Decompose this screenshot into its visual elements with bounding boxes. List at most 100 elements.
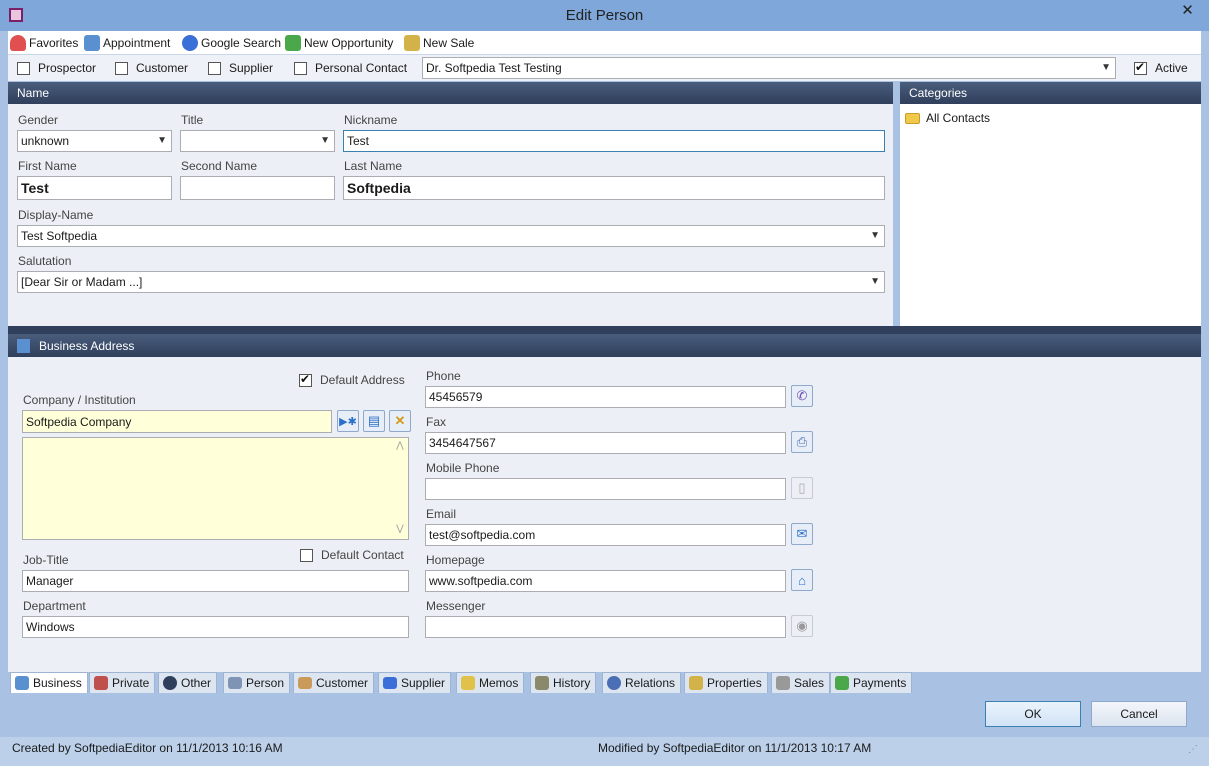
tab-memos[interactable]: Memos: [456, 672, 525, 693]
dial-phone-button[interactable]: ✆: [791, 385, 813, 407]
new-sale-button[interactable]: New Sale: [404, 34, 474, 52]
default-address-label: Default Address: [320, 373, 405, 387]
window-title: Edit Person: [565, 7, 644, 24]
second-name-input[interactable]: [180, 176, 335, 200]
job-title-input[interactable]: Manager: [22, 570, 409, 592]
first-name-label: First Name: [18, 159, 77, 173]
title-label: Title: [181, 113, 204, 127]
tab-sales-label: Sales: [794, 676, 825, 690]
remove-company-button[interactable]: ✕: [389, 410, 411, 432]
last-name-input[interactable]: Softpedia: [343, 176, 885, 200]
prospector-check-box[interactable]: [17, 61, 30, 75]
category-item-all-contacts[interactable]: All Contacts: [905, 111, 990, 125]
favorites-label: Favorites: [29, 36, 79, 50]
send-fax-button[interactable]: ⎙: [791, 431, 813, 453]
personal-contact-check-box[interactable]: [294, 61, 307, 75]
scroll-up-icon[interactable]: ⋀: [393, 440, 407, 451]
salutation-combo[interactable]: [Dear Sir or Madam ...] ▼: [17, 271, 885, 293]
ok-button[interactable]: OK: [985, 701, 1081, 727]
tab-person[interactable]: Person: [223, 672, 291, 693]
mobile-phone-label: Mobile Phone: [426, 461, 500, 475]
calendar-icon: [84, 35, 100, 51]
chevron-down-icon[interactable]: ▼: [870, 230, 880, 241]
tab-customer[interactable]: Customer: [293, 672, 375, 693]
contact-name-combo[interactable]: Dr. Softpedia Test Testing ▼: [422, 57, 1116, 79]
homepage-label: Homepage: [426, 553, 485, 567]
chevron-down-icon[interactable]: ▼: [157, 135, 167, 146]
resize-grip-icon[interactable]: ⋰: [1188, 744, 1202, 758]
gender-select[interactable]: unknown ▼: [17, 130, 172, 152]
department-input[interactable]: Windows: [22, 616, 409, 638]
phone-icon: ✆: [796, 388, 808, 403]
default-contact-check-box[interactable]: [300, 548, 313, 562]
tab-other[interactable]: Other: [158, 672, 218, 693]
google-search-button[interactable]: Google Search: [182, 34, 281, 52]
address-scrollbar[interactable]: ⋀ ⋁: [393, 440, 407, 538]
email-label: Email: [426, 507, 457, 521]
tab-relations[interactable]: Relations: [602, 672, 682, 693]
mobile-phone-input[interactable]: [425, 478, 786, 500]
chevron-down-icon[interactable]: ▼: [1101, 62, 1111, 73]
chevron-down-icon[interactable]: ▼: [320, 135, 330, 146]
fax-input[interactable]: 3454647567: [425, 432, 786, 454]
tab-properties-label: Properties: [707, 676, 762, 690]
prospector-checkbox[interactable]: Prospector: [17, 61, 96, 75]
send-email-button[interactable]: ✉: [791, 523, 813, 545]
tab-memos-label: Memos: [479, 676, 519, 690]
nickname-input[interactable]: Test: [343, 130, 885, 152]
tab-private[interactable]: Private: [89, 672, 156, 693]
favorites-button[interactable]: Favorites: [10, 34, 78, 52]
phone-input[interactable]: 45456579: [425, 386, 786, 408]
cancel-button[interactable]: Cancel: [1091, 701, 1187, 727]
tab-history[interactable]: History: [530, 672, 597, 693]
supplier-check-box[interactable]: [208, 61, 221, 75]
open-homepage-button[interactable]: ⌂: [791, 569, 813, 591]
first-name-input[interactable]: Test: [17, 176, 172, 200]
close-button[interactable]: ✕: [1172, 1, 1203, 21]
company-input[interactable]: Softpedia Company: [22, 410, 332, 433]
open-messenger-button[interactable]: ◉: [791, 615, 813, 637]
display-name-combo[interactable]: Test Softpedia ▼: [17, 225, 885, 247]
tab-sales[interactable]: Sales: [771, 672, 831, 693]
tab-supplier[interactable]: Supplier: [378, 672, 452, 693]
supplier-checkbox[interactable]: Supplier: [208, 61, 273, 75]
chevron-down-icon[interactable]: ▼: [870, 276, 880, 287]
tab-properties[interactable]: Properties: [684, 672, 768, 693]
tab-payments[interactable]: Payments: [830, 672, 913, 693]
phone-label: Phone: [426, 369, 461, 383]
active-checkbox[interactable]: Active: [1134, 60, 1188, 75]
messenger-input[interactable]: [425, 616, 786, 638]
customer-check-box[interactable]: [115, 61, 128, 75]
contact-name-value: Dr. Softpedia Test Testing: [426, 61, 562, 75]
appointment-button[interactable]: Appointment: [84, 34, 170, 52]
tab-business-label: Business: [33, 676, 82, 690]
default-contact-checkbox[interactable]: Default Contact: [300, 548, 404, 562]
tab-business[interactable]: Business: [10, 672, 88, 693]
properties-icon: [689, 676, 703, 690]
business-address-title: Business Address: [39, 338, 135, 353]
contact-type-bar: Prospector Customer Supplier Personal Co…: [8, 55, 1201, 81]
categories-title: Categories: [909, 86, 968, 100]
house-icon: [94, 676, 108, 690]
personal-contact-label: Personal Contact: [315, 61, 408, 75]
default-address-check-box[interactable]: [299, 372, 312, 387]
homepage-input[interactable]: www.softpedia.com: [425, 570, 786, 592]
company-card-button[interactable]: ▤: [363, 410, 385, 432]
title-select[interactable]: ▼: [180, 130, 335, 152]
categories-header: Categories: [900, 82, 1201, 104]
tab-private-label: Private: [112, 676, 150, 690]
scroll-down-icon[interactable]: ⋁: [393, 523, 407, 534]
default-address-checkbox[interactable]: Default Address: [299, 372, 405, 387]
address-textarea[interactable]: [22, 437, 409, 540]
new-opportunity-button[interactable]: New Opportunity: [285, 34, 393, 52]
personal-contact-checkbox[interactable]: Personal Contact: [294, 61, 407, 75]
add-company-button[interactable]: ▶✱: [337, 410, 359, 432]
email-input[interactable]: test@softpedia.com: [425, 524, 786, 546]
close-icon: ✕: [394, 413, 406, 428]
call-mobile-button[interactable]: ▯: [791, 477, 813, 499]
id-card-icon: [228, 677, 242, 689]
splitter[interactable]: [8, 326, 1201, 334]
customer-checkbox[interactable]: Customer: [115, 61, 188, 75]
active-check-box[interactable]: [1134, 60, 1147, 75]
tab-relations-label: Relations: [625, 676, 676, 690]
